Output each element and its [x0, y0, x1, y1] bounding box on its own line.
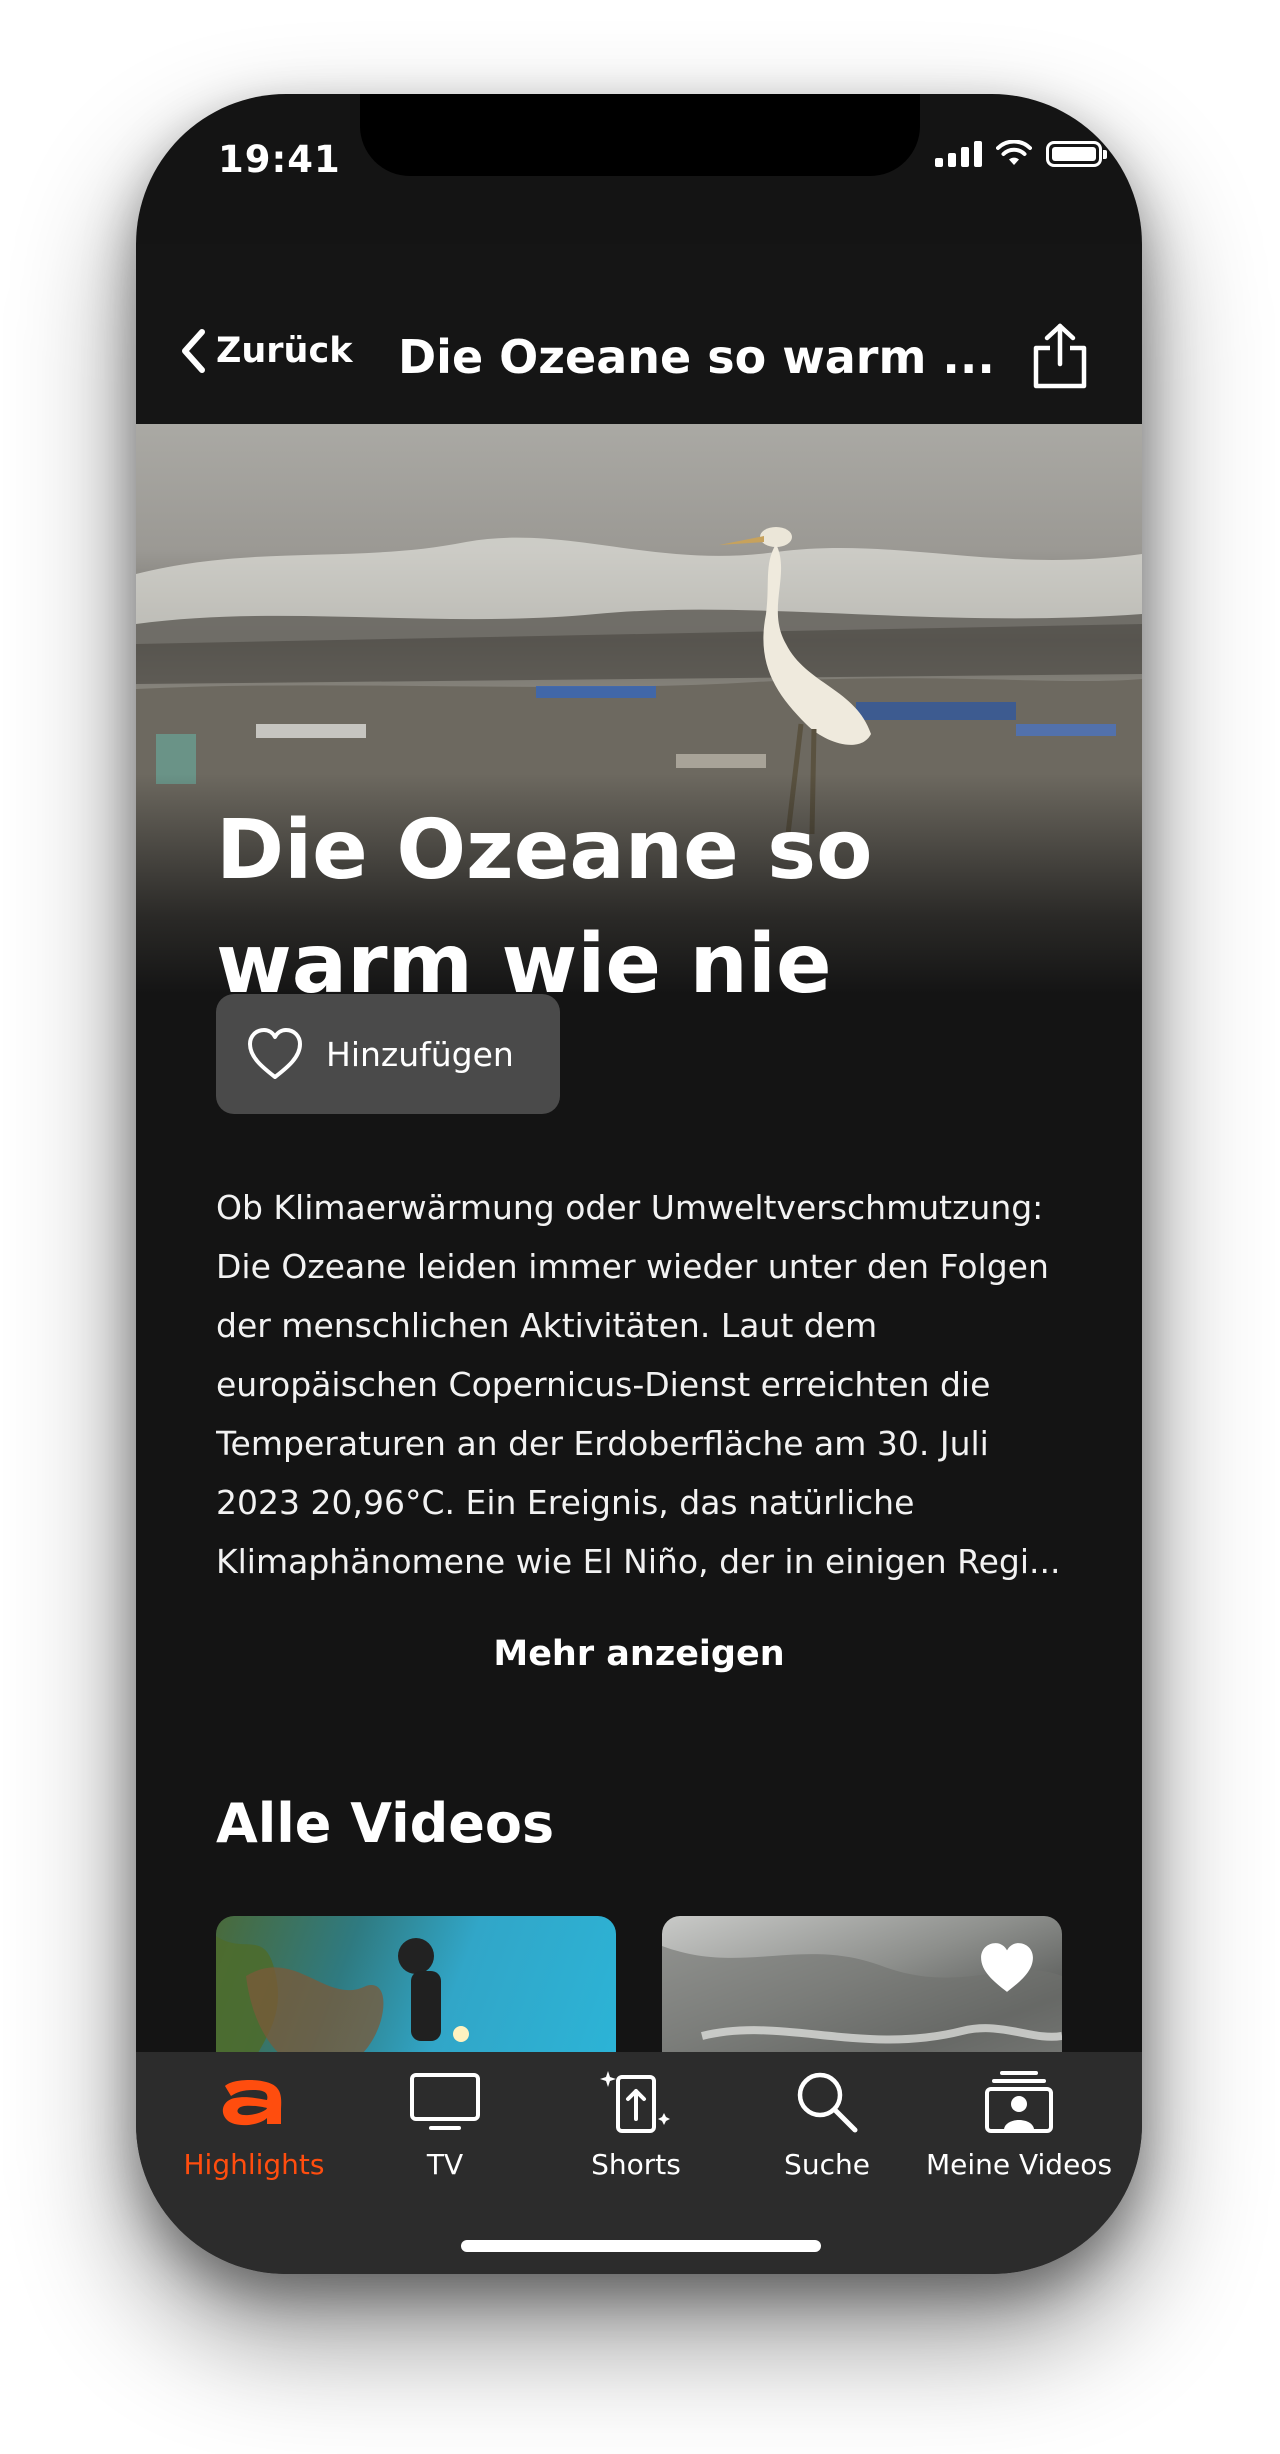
program-description: Ob Klimaerwärmung oder Umweltverschmutzu… [216, 1188, 1061, 1581]
heart-filled-icon[interactable] [976, 1940, 1038, 1996]
tab-search[interactable]: Suche [732, 2052, 922, 2202]
heart-icon [248, 1028, 302, 1079]
tab-label: Highlights [183, 2148, 325, 2181]
tab-highlights[interactable]: Highlights [159, 2052, 349, 2202]
battery-icon [1046, 140, 1107, 167]
my-videos-icon [985, 2071, 1053, 2133]
cellular-signal-icon [935, 140, 982, 167]
status-icons [935, 140, 1107, 167]
tab-bar: Highlights TV Shorts Suche Meine Videos [136, 2052, 1142, 2274]
shorts-icon [600, 2071, 670, 2133]
tab-label: Meine Videos [925, 2148, 1113, 2181]
tab-tv[interactable]: TV [350, 2052, 540, 2202]
search-icon [797, 2072, 858, 2133]
nav-title: Die Ozeane so warm ... [398, 330, 995, 384]
show-more-button[interactable]: Mehr anzeigen [136, 1634, 1142, 1674]
tab-label: Shorts [591, 2148, 681, 2181]
wifi-icon [996, 140, 1032, 165]
tab-label: Suche [784, 2148, 870, 2181]
add-to-favorites-button[interactable]: Hinzufügen [216, 994, 560, 1114]
chevron-left-icon [182, 329, 205, 373]
tv-icon [410, 2073, 480, 2130]
share-icon[interactable] [1030, 322, 1090, 390]
tab-shorts[interactable]: Shorts [541, 2052, 731, 2202]
add-to-favorites-label: Hinzufügen [326, 1034, 514, 1074]
all-videos-heading: Alle Videos [216, 1792, 555, 1855]
phone-screen: 19:41 Zurück Die Ozeane so warm ... Die … [136, 94, 1142, 2274]
tab-my-videos[interactable]: Meine Videos [924, 2052, 1114, 2202]
arte-logo-icon [222, 2080, 282, 2126]
nav-bar: Zurück Die Ozeane so warm ... [136, 244, 1142, 424]
back-button[interactable]: Zurück [180, 328, 353, 374]
back-label: Zurück [216, 331, 353, 371]
status-time: 19:41 [218, 138, 341, 181]
status-bar: 19:41 [136, 94, 1142, 244]
notch [360, 94, 920, 176]
home-indicator [461, 2240, 821, 2252]
tab-label: TV [426, 2148, 464, 2181]
